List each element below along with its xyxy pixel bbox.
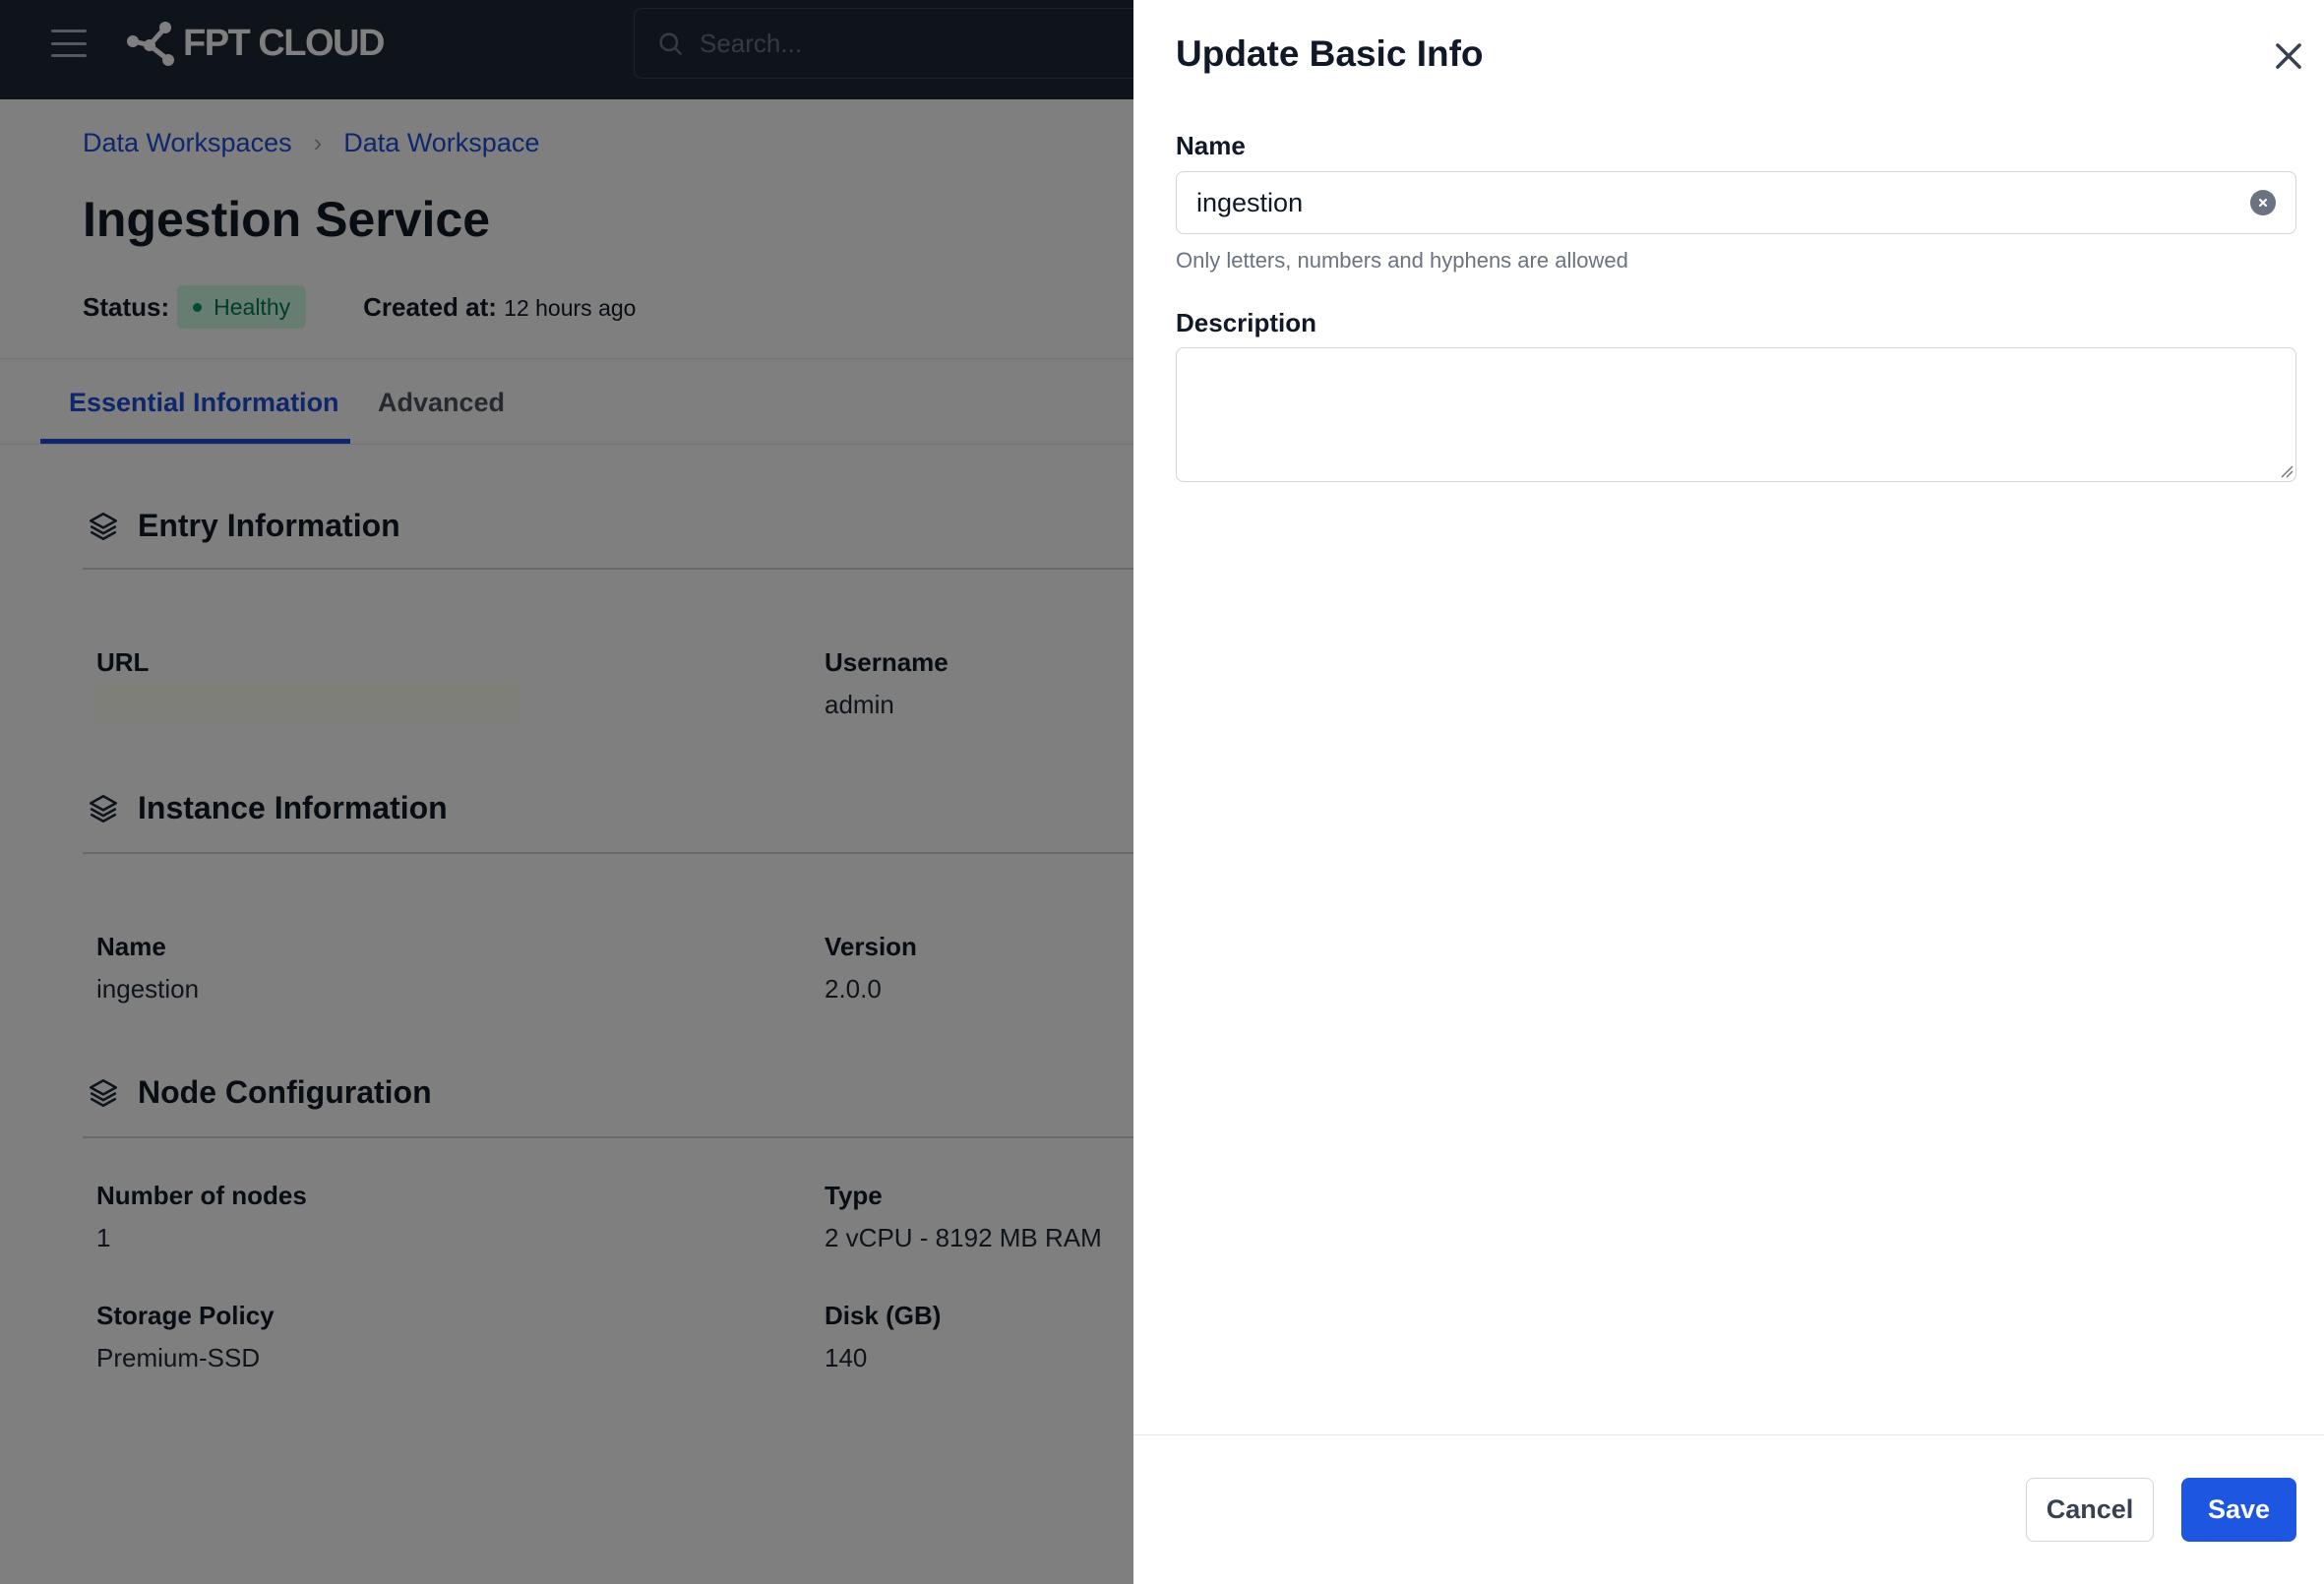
close-icon (2276, 43, 2301, 69)
resize-grip-icon[interactable] (2280, 464, 2293, 478)
name-field[interactable] (1176, 171, 2296, 234)
name-input[interactable] (1196, 187, 2250, 218)
cancel-button[interactable]: Cancel (2026, 1478, 2154, 1542)
name-hint: Only letters, numbers and hyphens are al… (1176, 248, 1628, 273)
save-button[interactable]: Save (2181, 1478, 2296, 1542)
description-field-label: Description (1176, 308, 1317, 337)
footer-divider (1133, 1434, 2324, 1435)
close-button[interactable] (2270, 37, 2307, 75)
drawer-title: Update Basic Info (1176, 33, 1484, 74)
name-field-label: Name (1176, 131, 1246, 160)
update-basic-info-drawer: Update Basic Info Name Only letters, num… (1133, 0, 2324, 1584)
description-textarea[interactable] (1176, 347, 2296, 482)
clear-circle-icon[interactable] (2250, 190, 2276, 215)
